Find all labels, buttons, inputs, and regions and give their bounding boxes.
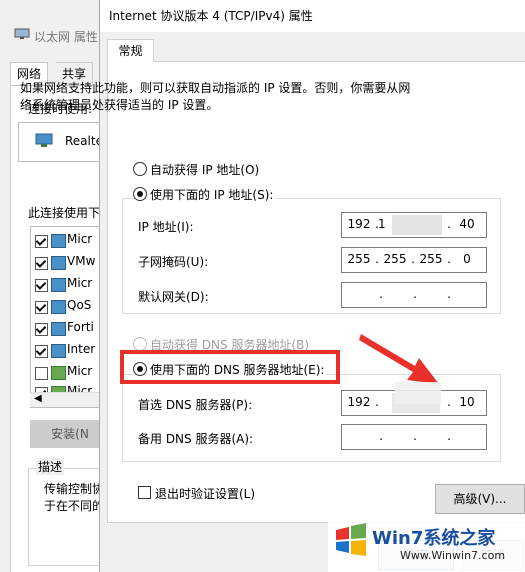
adapter-icon	[35, 133, 53, 147]
list-item[interactable]: QoS	[35, 297, 109, 317]
list-item-label: QoS	[67, 298, 92, 312]
dns-auto-radio[interactable]	[133, 337, 147, 351]
item-checkbox[interactable]	[35, 257, 48, 270]
component-icon	[51, 344, 66, 358]
list-item-label: VMw	[67, 254, 96, 268]
octet-dot: .	[447, 429, 451, 443]
item-checkbox[interactable]	[35, 345, 48, 358]
windows-logo-icon	[336, 523, 366, 556]
watermark-url: Www.Winwin7.com	[400, 549, 506, 562]
list-item[interactable]: VMw	[35, 253, 109, 273]
octet-dot: .	[375, 395, 379, 409]
ip-manual-radio[interactable]	[133, 187, 147, 201]
description-label: 描述	[36, 458, 65, 475]
component-icon	[51, 366, 66, 380]
item-checkbox[interactable]	[35, 323, 48, 336]
annotation-arrow-icon	[359, 334, 439, 384]
ip-octet-4: 40	[459, 217, 475, 231]
preferred-dns-octet-4: 10	[459, 395, 475, 409]
redacted-block	[392, 215, 442, 235]
highlight-box	[120, 350, 340, 384]
component-icon	[51, 278, 66, 292]
subnet-octet-2: 255	[383, 252, 407, 266]
gateway-label: 默认网关(D):	[138, 290, 209, 304]
gateway-field[interactable]: . . .	[341, 282, 487, 308]
octet-dot: .	[413, 287, 417, 301]
octet-dot: .	[447, 287, 451, 301]
octet-dot: .	[379, 287, 383, 301]
network-icon	[14, 28, 30, 39]
redacted-overlay	[395, 382, 441, 404]
item-checkbox[interactable]	[35, 367, 48, 380]
subnet-octet-3: 255	[419, 252, 443, 266]
component-icon	[51, 322, 66, 336]
adapter-name: Realte	[65, 134, 103, 148]
list-item-label: Micr	[67, 364, 93, 378]
ip-address-label: IP 地址(I):	[138, 220, 194, 234]
horizontal-scrollbar[interactable]: ◀	[30, 392, 108, 407]
item-checkbox[interactable]	[35, 279, 48, 292]
install-button[interactable]: 安装(N	[30, 420, 110, 448]
component-icon	[51, 300, 66, 314]
list-item[interactable]: Micr	[35, 231, 109, 251]
ip-octet-2: 1	[378, 217, 386, 231]
list-item[interactable]: Micr	[35, 363, 109, 383]
background-window-title: 以太网 属性	[34, 30, 98, 44]
ip-octet-1: 192	[347, 217, 371, 231]
watermark-text: Win7系统之家	[372, 528, 496, 549]
advanced-button[interactable]: 高级(V)...	[435, 484, 525, 514]
dialog-title: Internet 协议版本 4 (TCP/IPv4) 属性	[109, 9, 313, 23]
scroll-left-icon[interactable]: ◀	[34, 393, 42, 404]
ip-auto-label: 自动获得 IP 地址(O)	[150, 163, 260, 177]
list-item[interactable]: Inter	[35, 341, 109, 361]
item-checkbox[interactable]	[35, 301, 48, 314]
ip-auto-radio[interactable]	[133, 162, 147, 176]
subnet-mask-field[interactable]: 255 . 255 . 255 . 0	[341, 247, 487, 273]
subnet-label: 子网掩码(U):	[138, 255, 209, 269]
component-icon	[51, 234, 66, 248]
preferred-dns-label: 首选 DNS 服务器(P):	[138, 398, 253, 412]
octet-dot: .	[379, 429, 383, 443]
alternate-dns-field[interactable]: . . .	[341, 424, 487, 450]
list-item-label: Micr	[67, 276, 93, 290]
component-icon	[51, 256, 66, 270]
item-checkbox[interactable]	[35, 235, 48, 248]
description-text-2: 于在不同的	[44, 499, 105, 513]
dialog-title-bar[interactable]: Internet 协议版本 4 (TCP/IPv4) 属性	[100, 0, 525, 32]
ip-manual-label: 使用下面的 IP 地址(S):	[148, 186, 276, 203]
validate-checkbox[interactable]	[138, 486, 151, 499]
list-item[interactable]: Micr	[35, 275, 109, 295]
list-item[interactable]: Forti	[35, 319, 109, 339]
intro-line-1: 如果网络支持此功能，则可以获取自动指派的 IP 设置。否则，你需要从网	[20, 81, 411, 95]
intro-text: 如果网络支持此功能，则可以获取自动指派的 IP 设置。否则，你需要从网 络系统管…	[20, 80, 420, 114]
list-item-label: Micr	[67, 232, 93, 246]
subnet-octet-1: 255	[347, 252, 371, 266]
preferred-dns-octet-1: 192	[347, 395, 371, 409]
octet-dot: .	[413, 429, 417, 443]
items-list[interactable]: Micr VMw Micr QoS Forti Inter Micr Micr	[30, 226, 110, 408]
items-label: 此连接使用下	[28, 206, 101, 220]
validate-label: 退出时验证设置(L)	[155, 487, 256, 501]
description-text-1: 传输控制协	[44, 482, 105, 496]
list-item-label: Inter	[67, 342, 96, 356]
tab-general[interactable]: 常规	[107, 39, 154, 62]
subnet-octet-4: 0	[463, 252, 471, 266]
adapter-box: Realte	[18, 122, 110, 162]
ip-address-field[interactable]: 192 . 1 . 40	[341, 212, 487, 238]
alternate-dns-label: 备用 DNS 服务器(A):	[138, 432, 254, 446]
intro-line-2: 络系统管理员处获得适当的 IP 设置。	[20, 98, 219, 112]
list-item-label: Forti	[67, 320, 94, 334]
